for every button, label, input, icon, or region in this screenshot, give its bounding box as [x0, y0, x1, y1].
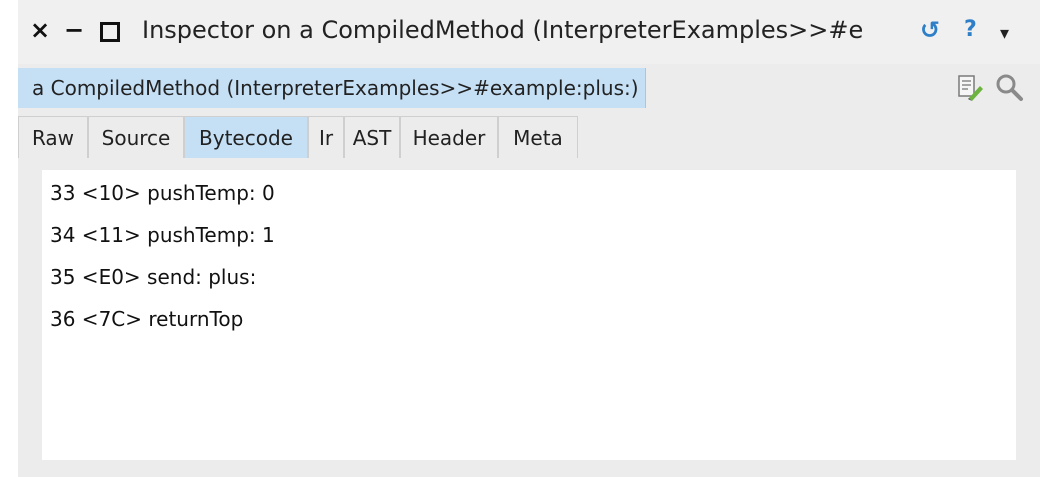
title-bar[interactable]: × − Inspector on a CompiledMethod (Inter… [18, 0, 1040, 64]
maximize-icon[interactable] [100, 22, 120, 42]
tab-meta[interactable]: Meta [498, 116, 578, 158]
tab-bytecode[interactable]: Bytecode [184, 116, 308, 158]
search-icon[interactable] [994, 72, 1024, 102]
minimize-icon[interactable]: − [64, 14, 84, 46]
help-icon[interactable]: ? [964, 14, 977, 46]
tab-header[interactable]: Header [400, 116, 498, 158]
tab-raw[interactable]: Raw [18, 116, 88, 158]
object-tab[interactable]: a CompiledMethod (InterpreterExamples>>#… [18, 68, 646, 108]
inspector-window: × − Inspector on a CompiledMethod (Inter… [18, 0, 1040, 477]
bytecode-line[interactable]: 36 <7C> returnTop [50, 306, 243, 332]
view-tabs: Raw Source Bytecode Ir AST Header Meta [18, 116, 1040, 158]
object-tab-bar: a CompiledMethod (InterpreterExamples>>#… [18, 68, 1040, 108]
bytecode-line[interactable]: 33 <10> pushTemp: 0 [50, 180, 275, 206]
bytecode-line[interactable]: 35 <E0> send: plus: [50, 264, 256, 290]
window-title: Inspector on a CompiledMethod (Interpret… [142, 16, 864, 44]
bytecode-line[interactable]: 34 <11> pushTemp: 1 [50, 222, 275, 248]
refresh-icon[interactable]: ↺ [920, 14, 940, 46]
browse-icon[interactable] [954, 72, 984, 102]
tab-ir[interactable]: Ir [308, 116, 344, 158]
tab-source[interactable]: Source [88, 116, 184, 158]
tab-ast[interactable]: AST [344, 116, 400, 158]
bytecode-panel[interactable]: 33 <10> pushTemp: 0 34 <11> pushTemp: 1 … [42, 170, 1016, 460]
menu-icon[interactable]: ▾ [1000, 18, 1009, 50]
close-icon[interactable]: × [30, 14, 50, 46]
